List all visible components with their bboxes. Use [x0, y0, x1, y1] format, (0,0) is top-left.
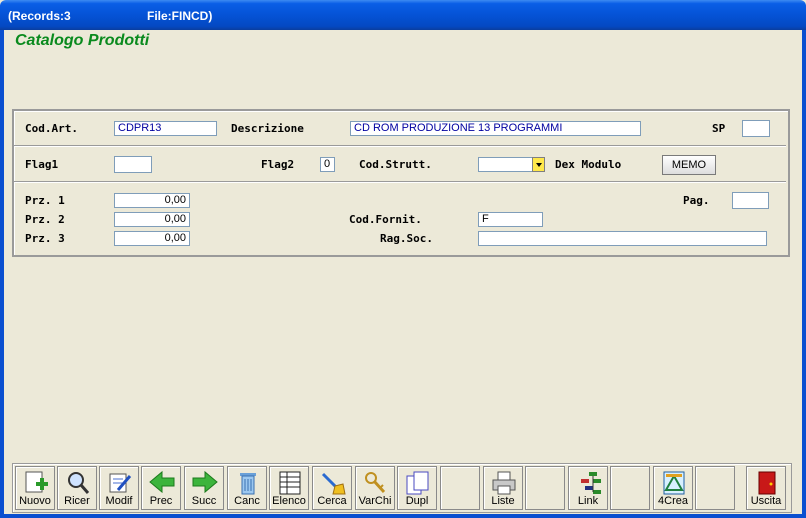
flag2-label: Flag2	[261, 158, 295, 171]
list-icon	[279, 471, 301, 495]
cod-strutt-select[interactable]	[478, 157, 533, 172]
succ-button[interactable]: Succ	[184, 466, 224, 510]
new-document-icon	[25, 471, 48, 493]
prec-button[interactable]: Prec	[141, 466, 181, 510]
window-titlebar[interactable]: (Records:3 File:FINCD)	[0, 0, 806, 30]
modif-label: Modif	[105, 495, 133, 507]
dupl-button[interactable]: Dupl	[397, 466, 437, 510]
form-divider	[14, 145, 786, 147]
window-border-left	[0, 30, 4, 518]
edit-icon	[109, 473, 132, 493]
duplicate-icon	[406, 471, 429, 495]
prz2-input[interactable]: 0,00	[114, 212, 190, 227]
pag-label: Pag.	[683, 194, 710, 207]
uscita-label: Uscita	[750, 495, 782, 507]
prz2-label: Prz. 2	[25, 213, 65, 226]
sp-input[interactable]	[742, 120, 770, 137]
flag2-input[interactable]: 0	[320, 157, 335, 172]
empty-toolbar-slot	[695, 466, 735, 510]
chevron-down-icon[interactable]	[532, 157, 545, 172]
link-label: Link	[577, 495, 599, 507]
memo-button[interactable]: MEMO	[662, 155, 716, 175]
cod-art-label: Cod.Art.	[25, 122, 78, 135]
find-icon	[321, 472, 346, 495]
prz3-input[interactable]: 0,00	[114, 231, 190, 246]
sp-label: SP	[712, 122, 726, 135]
liste-label: Liste	[491, 495, 515, 507]
cod-art-input[interactable]: CDPR13	[114, 121, 217, 136]
prz1-label: Prz. 1	[25, 194, 65, 207]
prz1-input[interactable]: 0,00	[114, 193, 190, 208]
succ-label: Succ	[191, 495, 217, 507]
search-icon	[68, 472, 90, 494]
descrizione-label: Descrizione	[231, 122, 304, 135]
modif-button[interactable]: Modif	[99, 466, 139, 510]
uscita-button[interactable]: Uscita	[746, 466, 786, 510]
page-title: Catalogo Prodotti	[15, 32, 150, 49]
ricer-button[interactable]: Ricer	[57, 466, 97, 510]
canc-button[interactable]: Canc	[227, 466, 267, 510]
canc-label: Canc	[234, 495, 260, 507]
empty-toolbar-slot	[610, 466, 650, 510]
window-border-right	[802, 30, 806, 518]
prz3-label: Prz. 3	[25, 232, 65, 245]
cod-fornit-input[interactable]: F	[478, 212, 543, 227]
empty-toolbar-slot	[440, 466, 480, 510]
cod-fornit-label: Cod.Fornit.	[349, 213, 422, 226]
keys-icon	[365, 472, 386, 494]
trash-icon	[240, 473, 256, 495]
flag1-input[interactable]	[114, 156, 152, 173]
varchi-label: VarChi	[358, 495, 392, 507]
window-border-bottom	[0, 514, 806, 518]
cerca-label: Cerca	[317, 495, 347, 507]
dupl-label: Dupl	[405, 495, 429, 507]
file-name: File:FINCD)	[147, 9, 213, 23]
form-divider	[14, 181, 786, 183]
elenco-button[interactable]: Elenco	[269, 466, 309, 510]
descrizione-input[interactable]: CD ROM PRODUZIONE 13 PROGRAMMI	[350, 121, 641, 136]
cerca-button[interactable]: Cerca	[312, 466, 352, 510]
flag1-label: Flag1	[25, 158, 59, 171]
exit-door-icon	[758, 471, 776, 495]
crea4-label: 4Crea	[658, 495, 688, 507]
rag-soc-label: Rag.Soc.	[380, 232, 433, 245]
nuovo-label: Nuovo	[19, 495, 51, 507]
rag-soc-input[interactable]	[478, 231, 767, 246]
arrow-left-icon	[149, 470, 175, 494]
records-count: (Records:3	[8, 9, 71, 23]
liste-button[interactable]: Liste	[483, 466, 523, 510]
empty-toolbar-slot	[525, 466, 565, 510]
crea-icon	[663, 471, 685, 495]
tree-icon	[581, 472, 601, 494]
link-button[interactable]: Link	[568, 466, 608, 510]
ricer-label: Ricer	[64, 495, 90, 507]
elenco-label: Elenco	[272, 495, 306, 507]
arrow-right-icon	[192, 470, 218, 494]
cod-strutt-label: Cod.Strutt.	[359, 158, 432, 171]
printer-icon	[492, 471, 516, 495]
nuovo-button[interactable]: Nuovo	[15, 466, 55, 510]
dex-modulo-label: Dex Modulo	[555, 158, 622, 171]
crea4-button[interactable]: 4Crea	[653, 466, 693, 510]
varchi-button[interactable]: VarChi	[355, 466, 395, 510]
pag-input[interactable]	[732, 192, 769, 209]
prec-label: Prec	[149, 495, 173, 507]
